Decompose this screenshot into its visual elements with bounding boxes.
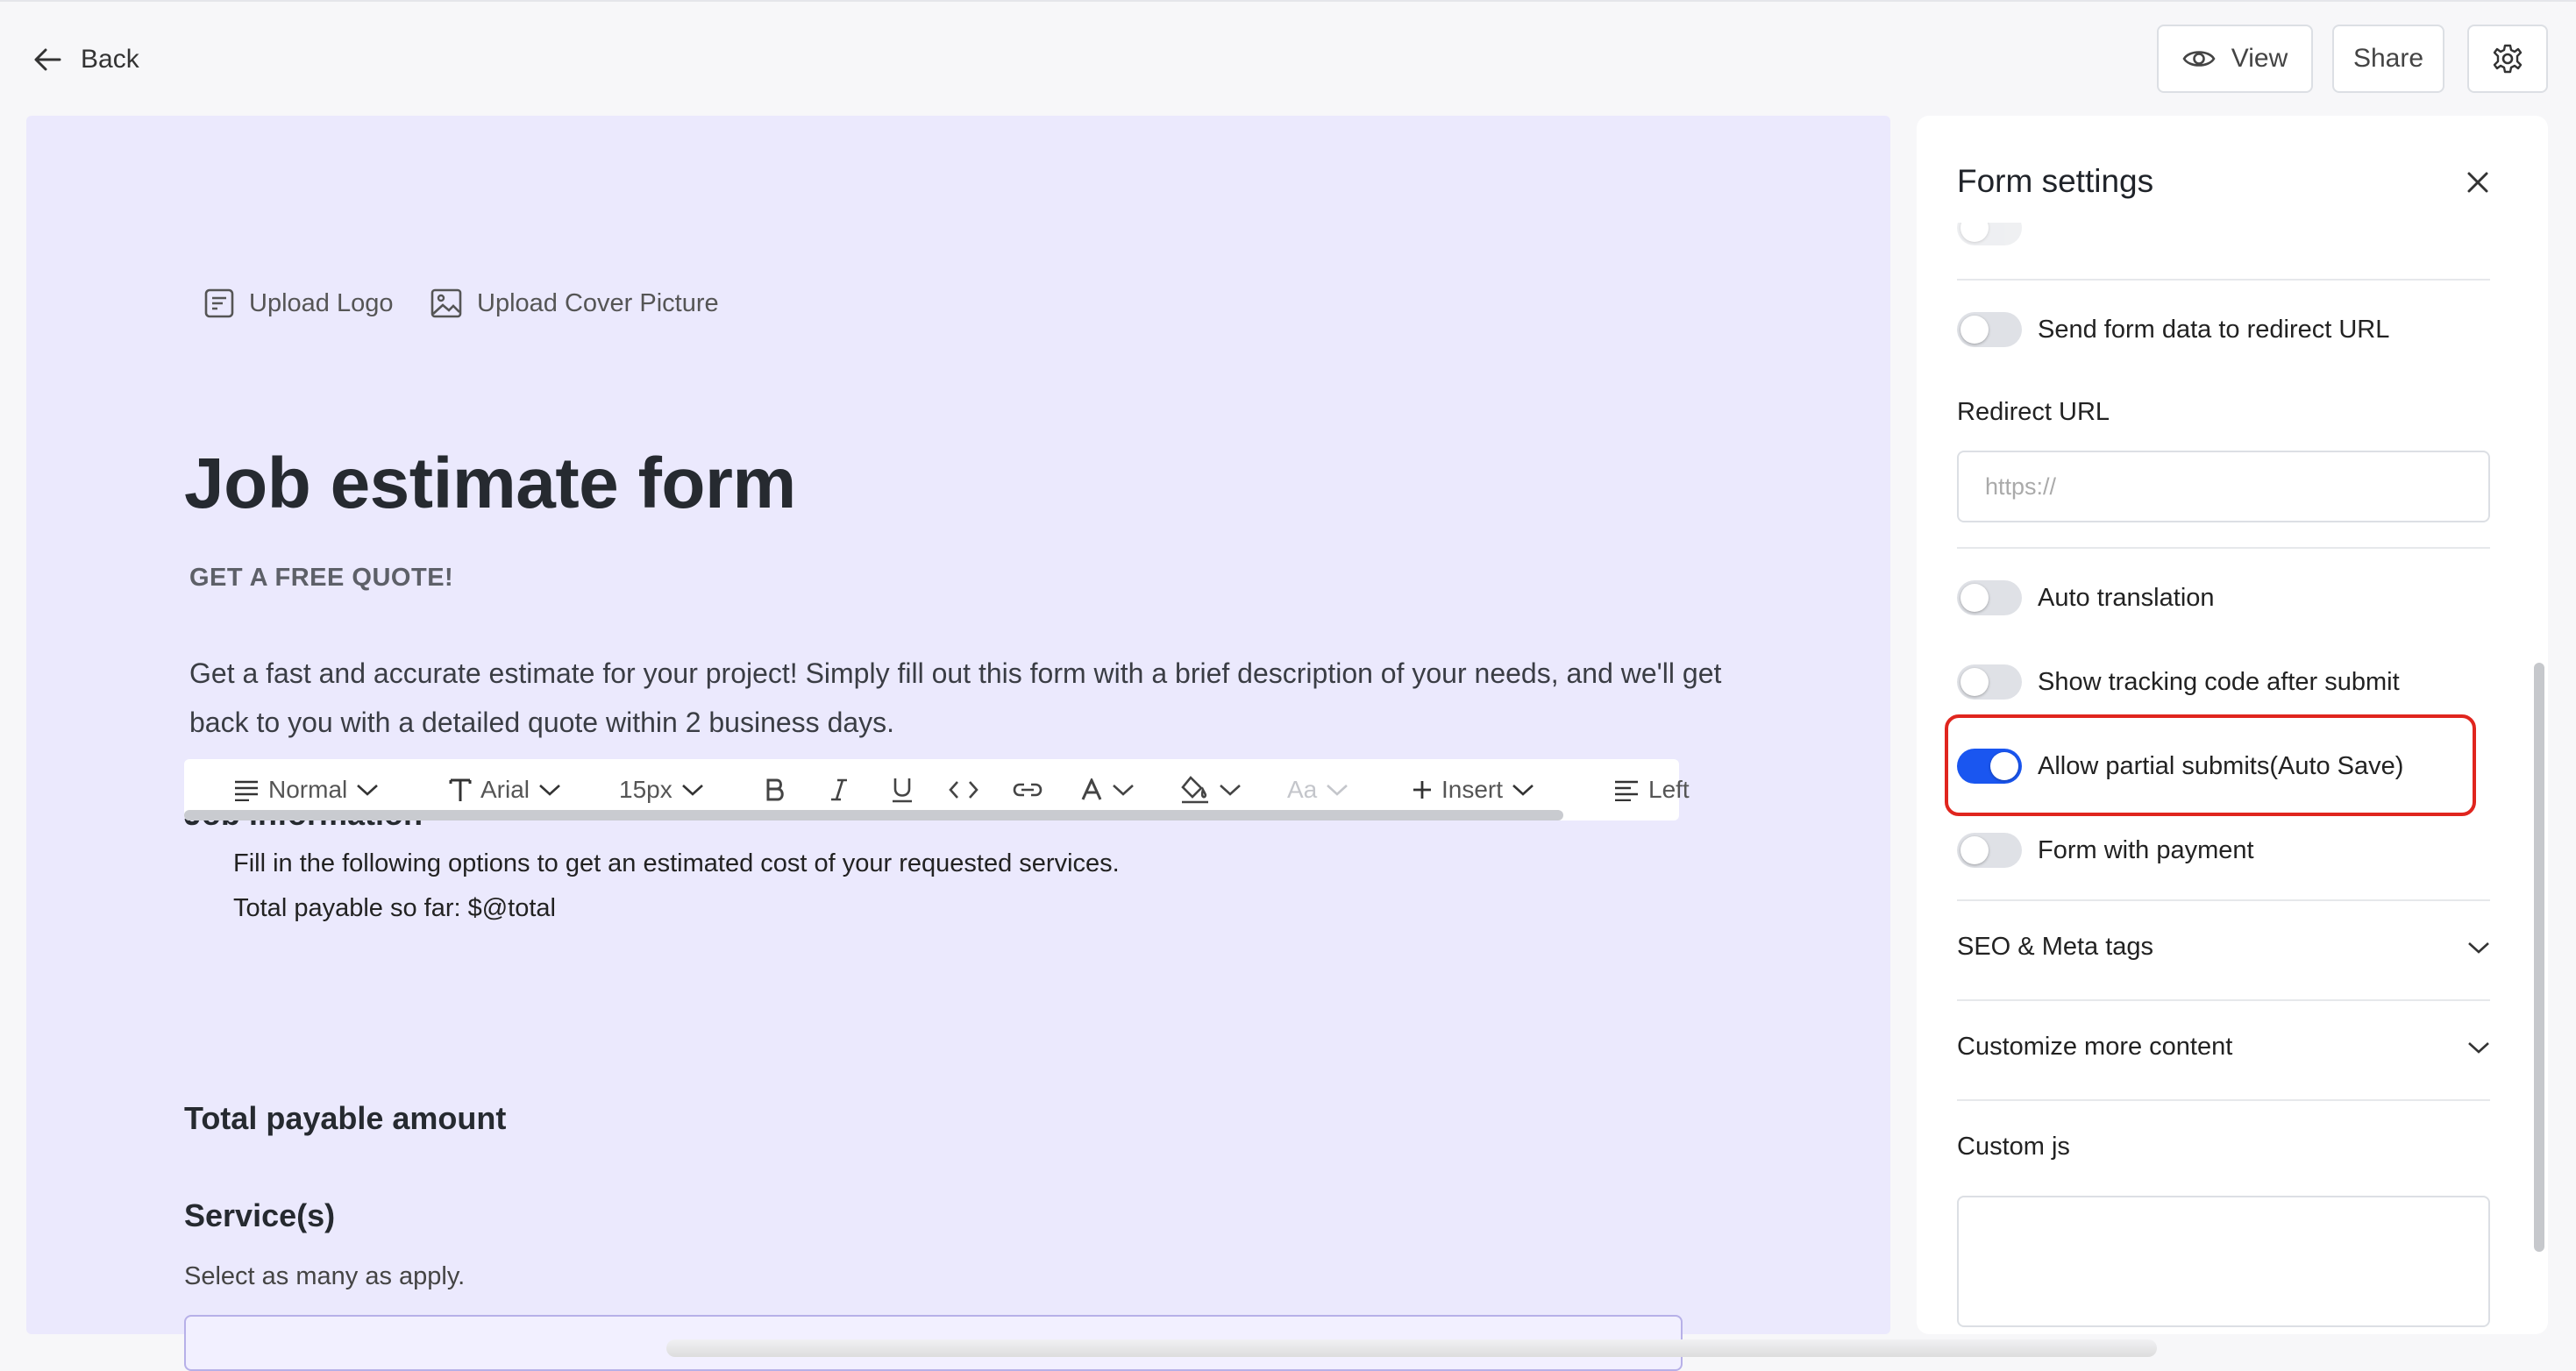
payment-label: Form with payment [2038,835,2254,864]
arrow-left-icon [34,48,61,71]
panel-scrollbar[interactable] [2534,663,2544,1252]
insert-value: Insert [1441,776,1504,803]
tracking-code-toggle[interactable] [1957,664,2022,700]
text-color-icon [1081,778,1102,800]
link-icon [1013,783,1042,797]
text-case-value: Aa [1287,776,1318,803]
chevron-down-icon [1327,785,1348,796]
paragraph-style-value: Normal [268,776,348,803]
logo-icon [204,288,234,318]
chevron-down-icon [1113,785,1134,796]
panel-header-mask [1917,203,2548,223]
upload-logo-button[interactable]: Upload Logo [203,288,393,319]
divider [1957,999,2490,1001]
tracking-code-label: Show tracking code after submit [2038,667,2400,696]
seo-section-toggle[interactable]: SEO & Meta tags [1957,933,2490,962]
auto-translation-row[interactable]: Auto translation [1957,580,2215,615]
divider [1957,899,2490,901]
payment-row[interactable]: Form with payment [1957,833,2254,868]
form-title[interactable]: Job estimate form [184,443,796,525]
align-left-icon [1615,780,1638,801]
italic-icon [831,778,847,801]
custom-js-input[interactable] [1957,1196,2490,1327]
window-bottom-shadow [666,1339,2157,1357]
rich-text-line: Fill in the following options to get an … [233,849,1120,877]
rich-text-content[interactable]: Fill in the following options to get an … [233,842,1120,931]
send-form-data-toggle[interactable] [1957,312,2022,347]
redirect-url-label: Redirect URL [1957,398,2110,426]
chevron-down-icon [357,785,379,796]
chevron-down-icon [681,785,703,796]
form-description[interactable]: Get a fast and accurate estimate for you… [189,649,1759,747]
back-label: Back [81,45,139,74]
upload-cover-label: Upload Cover Picture [477,288,719,317]
seo-label: SEO & Meta tags [1957,933,2154,961]
section-services-heading[interactable]: Service(s) [184,1197,335,1234]
paint-bucket-icon [1181,776,1208,804]
chevron-down-icon [1220,785,1241,796]
view-button[interactable]: View [2157,25,2313,93]
services-hint: Select as many as apply. [184,1262,466,1290]
eye-icon [2182,51,2216,67]
auto-translation-label: Auto translation [2038,583,2215,612]
send-form-data-label: Send form data to redirect URL [2038,315,2390,344]
tracking-code-row[interactable]: Show tracking code after submit [1957,664,2400,700]
underline-icon [893,778,912,803]
upload-cover-button[interactable]: Upload Cover Picture [430,288,719,319]
settings-button[interactable] [2467,25,2548,93]
payment-toggle[interactable] [1957,833,2022,868]
send-form-data-row[interactable]: Send form data to redirect URL [1957,312,2389,347]
align-value: Left [1648,776,1690,803]
paragraph-icon [235,780,258,801]
chevron-down-icon [2468,1041,2489,1054]
divider [1957,279,2490,281]
code-icon [949,781,978,799]
plus-icon [1413,781,1431,799]
align-dropdown[interactable]: Left [1613,759,1690,820]
chevron-down-icon [2468,941,2489,954]
back-button[interactable]: Back [33,39,139,81]
panel-title: Form settings [1957,163,2154,199]
toolbar-scrollbar[interactable] [184,810,1563,820]
redirect-url-placeholder: https:// [1985,472,2057,500]
view-label: View [2231,44,2288,73]
customize-label: Customize more content [1957,1033,2233,1061]
form-subtitle[interactable]: GET A FREE QUOTE! [189,564,453,593]
upload-logo-label: Upload Logo [249,288,394,317]
bold-icon [766,778,784,801]
divider [1957,547,2490,549]
section-total-heading[interactable]: Total payable amount [184,1100,506,1137]
divider [1957,1099,2490,1101]
chevron-down-icon [1512,785,1534,796]
chevron-down-icon [539,785,560,796]
font-family-value: Arial [480,776,530,803]
customize-section-toggle[interactable]: Customize more content [1957,1033,2490,1062]
font-size-value: 15px [619,776,672,803]
image-icon [431,288,462,318]
font-icon [449,778,472,801]
gear-icon [2493,44,2523,74]
close-icon[interactable] [2460,165,2495,200]
rich-text-line: Total payable so far: $@total [233,894,556,922]
custom-js-label: Custom js [1957,1133,2070,1161]
share-button[interactable]: Share [2332,25,2444,93]
highlight-annotation [1945,714,2476,816]
auto-translation-toggle[interactable] [1957,580,2022,615]
redirect-url-input[interactable]: https:// [1957,451,2490,522]
share-label: Share [2352,44,2424,73]
